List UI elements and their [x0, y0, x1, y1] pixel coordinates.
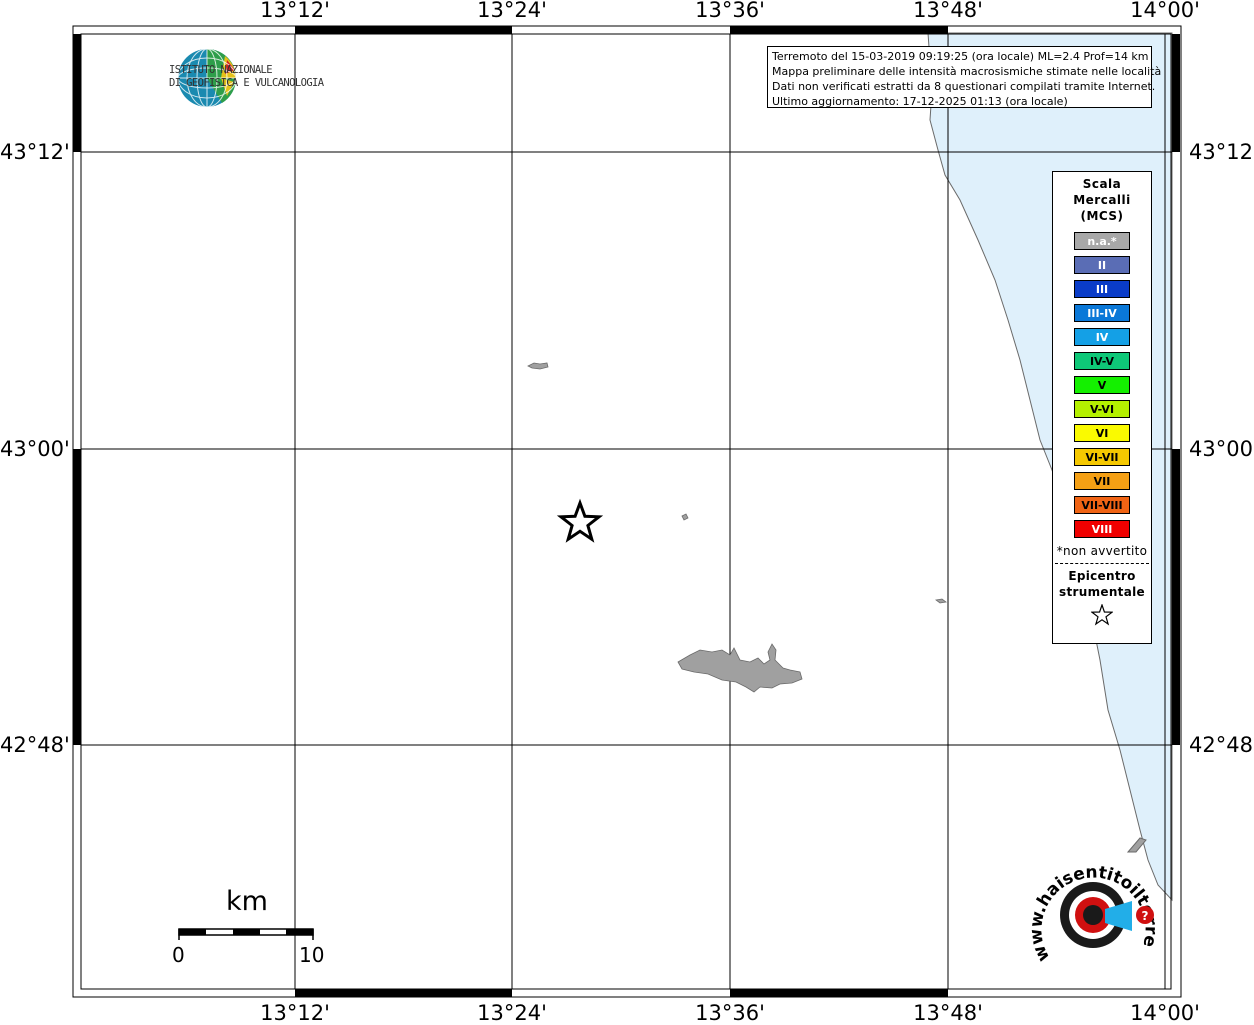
info-line-3: Dati non verificati estratti da 8 questi…	[772, 80, 1156, 93]
legend-item-9: VI-VII	[1074, 448, 1130, 466]
legend-epicenter-label: Epicentro strumentale	[1053, 568, 1151, 600]
lon-label-bottom-1: 13°12'	[260, 1001, 330, 1025]
coast-detail	[1126, 837, 1147, 853]
legend-item-11: VII-VIII	[1074, 496, 1130, 514]
island-large-south	[677, 643, 803, 693]
info-line-2: Mappa preliminare delle intensità macros…	[772, 65, 1162, 78]
legend-title-3: (MCS)	[1080, 209, 1124, 223]
ingv-line-2: DI GEOFISICA E VULCANOLOGIA	[169, 77, 324, 89]
info-line-4: Ultimo aggiornamento: 17-12-2025 01:13 (…	[772, 95, 1068, 108]
lat-label-right-2: 43°00'	[1189, 437, 1254, 461]
legend-item-5: IV-V	[1074, 352, 1130, 370]
legend-epi-1: Epicentro	[1068, 569, 1136, 583]
svg-text:?: ?	[1142, 909, 1149, 923]
lon-label-bottom-5: 14°00'	[1130, 1001, 1200, 1025]
legend-item-0: n.a.*	[1074, 232, 1130, 250]
legend-note: *non avvertito	[1056, 544, 1148, 558]
info-line-1: Terremoto del 15-03-2019 09:19:25 (ora l…	[772, 50, 1149, 63]
legend-item-12: VIII	[1074, 520, 1130, 538]
mcs-legend: Scala Mercalli (MCS) n.a.* II III III-IV IV I…	[1052, 171, 1152, 644]
ingv-line-1: ISTITUTO NAZIONALE	[169, 64, 273, 76]
lon-label-bottom-3: 13°36'	[695, 1001, 765, 1025]
scale-bar	[178, 928, 314, 940]
ingv-logo-text: ISTITUTO NAZIONALE DI GEOFISICA E VULCAN…	[169, 64, 324, 90]
scale-end-label: 10	[299, 943, 325, 967]
island-tiny-center	[681, 513, 689, 521]
legend-separator	[1055, 563, 1149, 564]
legend-item-7: V-VI	[1074, 400, 1130, 418]
legend-title-1: Scala	[1082, 177, 1122, 191]
lat-label-left-1: 43°12'	[0, 140, 70, 164]
legend-item-8: VI	[1074, 424, 1130, 442]
scale-unit-label: km	[226, 886, 268, 917]
event-info-box: Terremoto del 15-03-2019 09:19:25 (ora l…	[767, 46, 1162, 108]
legend-item-10: VII	[1074, 472, 1130, 490]
island-tiny-east	[935, 598, 947, 604]
lat-label-right-1: 43°12'	[1189, 140, 1254, 164]
legend-item-1: II	[1074, 256, 1130, 274]
legend-item-3: III-IV	[1074, 304, 1130, 322]
legend-star-icon	[1053, 603, 1151, 630]
scale-start-label: 0	[172, 943, 185, 967]
lat-label-left-3: 42°48'	[0, 733, 70, 757]
lon-label-top-5: 14°00'	[1130, 0, 1200, 22]
lon-label-top-1: 13°12'	[260, 0, 330, 22]
legend-items: n.a.* II III III-IV IV IV-V V V-VI VI VI-VII VII VI…	[1053, 232, 1151, 538]
legend-item-2: III	[1074, 280, 1130, 298]
epicenter-star	[556, 498, 604, 543]
lon-label-top-2: 13°24'	[477, 0, 547, 22]
legend-title-2: Mercalli	[1073, 193, 1131, 207]
legend-epi-2: strumentale	[1059, 585, 1145, 599]
island-small-north	[527, 362, 549, 370]
lon-label-top-4: 13°48'	[913, 0, 983, 22]
lat-label-right-3: 42°48'	[1189, 733, 1254, 757]
lon-label-bottom-2: 13°24'	[477, 1001, 547, 1025]
lat-label-left-2: 43°00'	[0, 437, 70, 461]
legend-item-4: IV	[1074, 328, 1130, 346]
legend-item-6: V	[1074, 376, 1130, 394]
legend-title: Scala Mercalli (MCS)	[1053, 176, 1151, 224]
lon-label-top-3: 13°36'	[695, 0, 765, 22]
lon-label-bottom-4: 13°48'	[913, 1001, 983, 1025]
hsit-logo: www.haisentitoilterremoto.it ?	[1030, 853, 1161, 965]
